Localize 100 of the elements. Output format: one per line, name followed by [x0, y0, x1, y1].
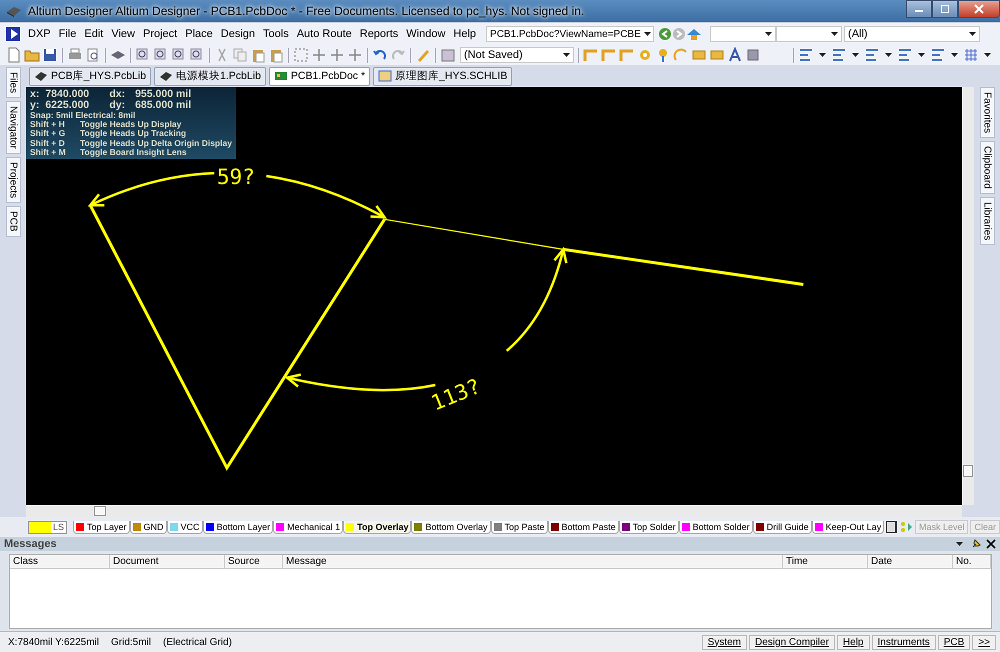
- panel-button[interactable]: PCB: [938, 634, 970, 650]
- menu-item[interactable]: Window: [402, 28, 450, 40]
- menu-item[interactable]: Tools: [259, 28, 293, 40]
- layer-tab[interactable]: Bottom Layer: [202, 520, 274, 534]
- dropdown-arrow-icon[interactable]: [951, 53, 958, 57]
- align-icon[interactable]: [930, 47, 946, 63]
- document-tab[interactable]: PCB库_HYS.PcbLib: [29, 66, 152, 86]
- dropdown-arrow-icon[interactable]: [819, 53, 826, 57]
- align-icon[interactable]: [897, 47, 913, 63]
- layer-tab[interactable]: Top Overlay: [343, 520, 412, 534]
- layer-tab[interactable]: Bottom Overlay: [411, 520, 491, 534]
- document-tab[interactable]: PCB1.PcbDoc *: [268, 66, 370, 86]
- layer-tab[interactable]: Bottom Solder: [678, 520, 753, 534]
- select-icon[interactable]: [293, 47, 309, 63]
- layer-tab[interactable]: VCC: [166, 520, 203, 534]
- back-icon[interactable]: [658, 27, 672, 41]
- menu-item[interactable]: Auto Route: [292, 28, 356, 40]
- letter-icon[interactable]: [727, 47, 743, 63]
- scrollbar-thumb[interactable]: [94, 506, 106, 516]
- column-header[interactable]: Source: [225, 555, 283, 568]
- side-panel-tab[interactable]: Clipboard: [980, 141, 994, 194]
- save-icon[interactable]: [42, 47, 58, 63]
- align-icon[interactable]: [864, 47, 880, 63]
- menu-item[interactable]: Help: [449, 28, 480, 40]
- panel-button[interactable]: Help: [836, 634, 870, 650]
- board-icon: [274, 70, 288, 82]
- route-icon[interactable]: [583, 47, 599, 63]
- layer-tab[interactable]: GND: [130, 520, 167, 534]
- menu-item[interactable]: Place: [181, 28, 217, 40]
- dropdown-arrow-icon[interactable]: [984, 53, 991, 57]
- align-icon[interactable]: [831, 47, 847, 63]
- cross-icon[interactable]: [347, 47, 363, 63]
- layer-tab[interactable]: Bottom Paste: [548, 520, 619, 534]
- menu-item[interactable]: Edit: [80, 28, 108, 40]
- document-tab[interactable]: 原理图库_HYS.SCHLIB: [373, 66, 512, 86]
- layer-tab[interactable]: Top Solder: [618, 520, 679, 534]
- maximize-button[interactable]: [932, 0, 958, 18]
- route-icon[interactable]: [601, 47, 617, 63]
- panel-button[interactable]: System: [702, 634, 747, 650]
- chip-icon[interactable]: [745, 47, 761, 63]
- menu-item[interactable]: View: [107, 28, 139, 40]
- side-panel-tab[interactable]: Projects: [6, 156, 20, 204]
- side-panel-tab[interactable]: Libraries: [980, 196, 994, 246]
- column-header[interactable]: Date: [868, 555, 953, 568]
- layer-tab[interactable]: Drill Guide: [752, 520, 812, 534]
- pin-icon[interactable]: [970, 538, 982, 550]
- dropdown-arrow-icon[interactable]: [885, 53, 892, 57]
- dropdown-arrow-icon[interactable]: [852, 53, 859, 57]
- arc-icon[interactable]: [673, 47, 689, 63]
- file-icon[interactable]: [6, 47, 22, 63]
- column-header[interactable]: Document: [110, 555, 225, 568]
- filter-field[interactable]: (All): [844, 26, 980, 42]
- paste-icon[interactable]: [268, 47, 284, 63]
- document-tab[interactable]: 电源模块1.PcbLib: [154, 66, 266, 86]
- home-icon[interactable]: [686, 27, 702, 41]
- layer-tab[interactable]: Top Paste: [490, 520, 548, 534]
- paste-icon[interactable]: [250, 47, 266, 63]
- route-icon[interactable]: [619, 47, 635, 63]
- column-header[interactable]: No.: [953, 555, 991, 568]
- dimension-label: 59?: [216, 164, 255, 190]
- layer-tab[interactable]: Mechanical 1: [273, 520, 344, 534]
- horizontal-scrollbar[interactable]: [26, 505, 962, 517]
- side-panel-tab[interactable]: PCB: [6, 206, 20, 237]
- via-icon[interactable]: [637, 47, 653, 63]
- cross-icon[interactable]: [329, 47, 345, 63]
- menu-item[interactable]: Design: [216, 28, 260, 40]
- menu-item[interactable]: Reports: [356, 28, 402, 40]
- scrollbar-thumb[interactable]: [963, 465, 973, 477]
- dimension-label: 113?: [427, 373, 484, 416]
- menu-item[interactable]: DXP: [24, 28, 55, 40]
- dropdown-arrow-icon: [644, 32, 651, 36]
- pcb-canvas[interactable]: [26, 87, 962, 505]
- close-button[interactable]: [958, 0, 1000, 18]
- vertical-scrollbar[interactable]: [962, 87, 974, 505]
- delta-label: dx:: [109, 89, 126, 100]
- panel-button[interactable]: >>: [972, 634, 996, 650]
- copy-icon[interactable]: [232, 47, 248, 63]
- column-header[interactable]: Time: [783, 555, 868, 568]
- menu-item[interactable]: Project: [138, 28, 182, 40]
- current-layer-indicator[interactable]: LS: [28, 520, 68, 534]
- align-icon[interactable]: [798, 47, 814, 63]
- menu-item[interactable]: File: [54, 28, 80, 40]
- pencil-icon[interactable]: [415, 47, 431, 63]
- view-config-field[interactable]: (Not Saved): [460, 47, 574, 63]
- component-icon: [34, 70, 48, 82]
- layer-tab[interactable]: Keep-Out Lay: [812, 520, 884, 534]
- minimize-button[interactable]: [906, 0, 932, 18]
- dropdown-arrow-icon[interactable]: [918, 53, 925, 57]
- panel-button[interactable]: Design Compiler: [749, 634, 835, 650]
- cross-icon[interactable]: [311, 47, 327, 63]
- column-header[interactable]: Class: [10, 555, 110, 568]
- side-panel-tab[interactable]: Favorites: [980, 87, 994, 138]
- side-panel-tab[interactable]: Files: [6, 67, 20, 98]
- side-panel-tab[interactable]: Navigator: [6, 101, 20, 154]
- column-header[interactable]: Message: [283, 555, 783, 568]
- address-field[interactable]: PCB1.PcbDoc?ViewName=PCBE: [486, 26, 654, 42]
- dropdown-arrow-icon[interactable]: [956, 542, 963, 546]
- panel-button[interactable]: Instruments: [872, 634, 936, 650]
- close-icon[interactable]: [986, 539, 996, 549]
- layer-tab[interactable]: Top Layer: [73, 520, 130, 534]
